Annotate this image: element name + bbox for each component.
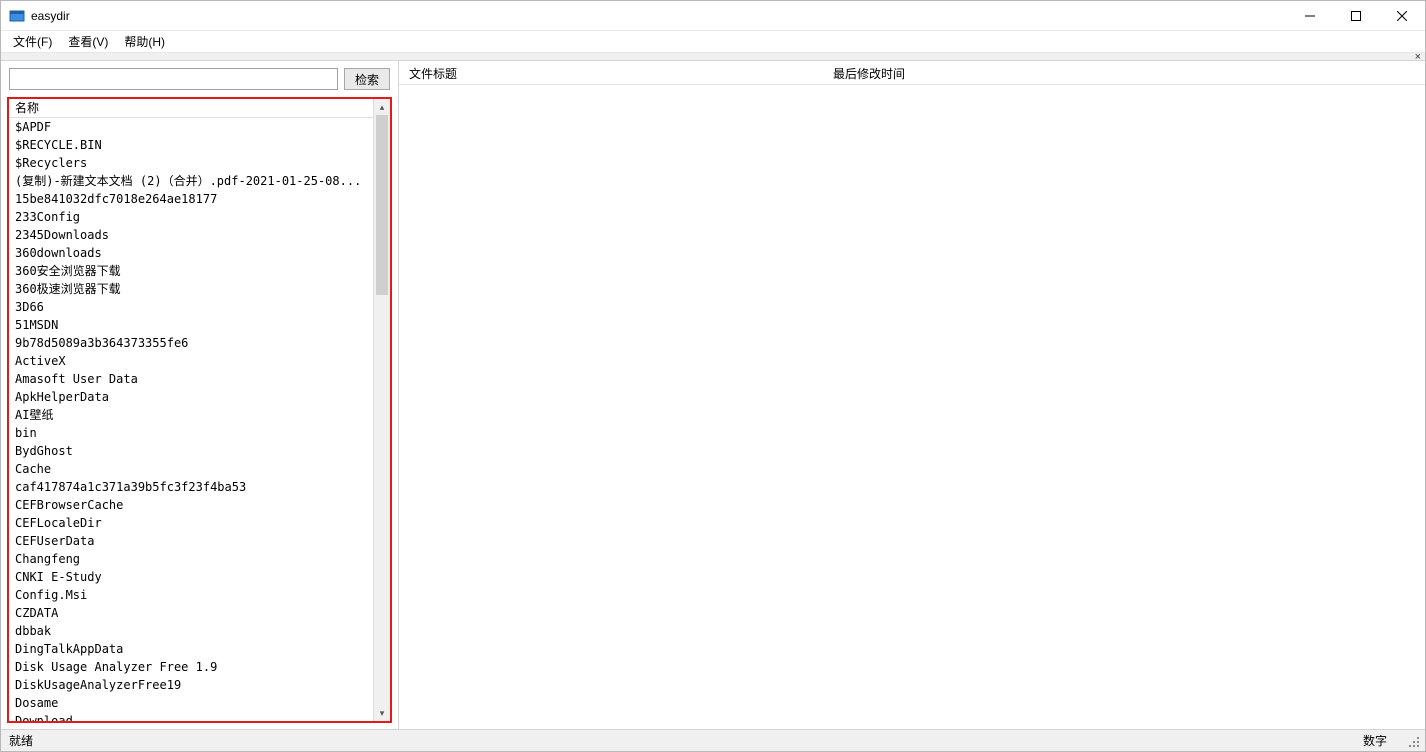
list-item[interactable]: CEFUserData	[9, 532, 373, 550]
titlebar: easydir	[1, 1, 1425, 31]
scroll-thumb[interactable]	[376, 115, 388, 295]
list-item[interactable]: DiskUsageAnalyzerFree19	[9, 676, 373, 694]
list-item[interactable]: $RECYCLE.BIN	[9, 136, 373, 154]
list-item[interactable]: 3D66	[9, 298, 373, 316]
list-item[interactable]: 360安全浏览器下载	[9, 262, 373, 280]
list-item[interactable]: CNKI E-Study	[9, 568, 373, 586]
minimize-button[interactable]	[1287, 1, 1333, 31]
list-item[interactable]: ActiveX	[9, 352, 373, 370]
app-icon	[9, 8, 25, 24]
list-item[interactable]: CZDATA	[9, 604, 373, 622]
list-item[interactable]: DingTalkAppData	[9, 640, 373, 658]
close-button[interactable]	[1379, 1, 1425, 31]
window-title: easydir	[31, 9, 1287, 23]
list-item[interactable]: CEFLocaleDir	[9, 514, 373, 532]
list-item[interactable]: Cache	[9, 460, 373, 478]
maximize-button[interactable]	[1333, 1, 1379, 31]
resize-grip-icon[interactable]	[1405, 733, 1421, 749]
list-item[interactable]: 233Config	[9, 208, 373, 226]
list-item[interactable]: AI壁纸	[9, 406, 373, 424]
app-window: easydir 文件(F) 查看(V) 帮助(H) × 检索 名称 $APDF$…	[0, 0, 1426, 752]
list-item[interactable]: 51MSDN	[9, 316, 373, 334]
search-button[interactable]: 检索	[344, 68, 390, 90]
list-item[interactable]: Changfeng	[9, 550, 373, 568]
column-last-modified[interactable]: 最后修改时间	[823, 61, 1425, 84]
list-item[interactable]: Download	[9, 712, 373, 721]
list-item[interactable]: dbbak	[9, 622, 373, 640]
right-list-header: 文件标题 最后修改时间	[399, 61, 1425, 85]
list-item[interactable]: BydGhost	[9, 442, 373, 460]
file-list[interactable]: 名称 $APDF$RECYCLE.BIN$Recyclers(复制)-新建文本文…	[9, 99, 373, 721]
list-item[interactable]: ApkHelperData	[9, 388, 373, 406]
menu-file[interactable]: 文件(F)	[5, 31, 60, 52]
list-item[interactable]: CEFBrowserCache	[9, 496, 373, 514]
vertical-scrollbar[interactable]: ▴ ▾	[373, 99, 390, 721]
list-item[interactable]: 15be841032dfc7018e264ae18177	[9, 190, 373, 208]
list-item[interactable]: 360downloads	[9, 244, 373, 262]
list-item[interactable]: Config.Msi	[9, 586, 373, 604]
list-item[interactable]: (复制)-新建文本文档 (2)（合并）.pdf-2021-01-25-08...	[9, 172, 373, 190]
list-item[interactable]: Dosame	[9, 694, 373, 712]
right-list-body	[399, 85, 1425, 729]
list-item[interactable]: Amasoft User Data	[9, 370, 373, 388]
list-item[interactable]: 360极速浏览器下载	[9, 280, 373, 298]
menu-view[interactable]: 查看(V)	[60, 31, 116, 52]
list-item[interactable]: $Recyclers	[9, 154, 373, 172]
search-input[interactable]	[9, 68, 338, 90]
list-item[interactable]: $APDF	[9, 118, 373, 136]
menubar: 文件(F) 查看(V) 帮助(H)	[1, 31, 1425, 53]
status-text: 就绪	[9, 732, 1363, 749]
list-column-name[interactable]: 名称	[9, 99, 373, 118]
list-item[interactable]: 2345Downloads	[9, 226, 373, 244]
right-panel: 文件标题 最后修改时间	[399, 61, 1425, 729]
menu-help[interactable]: 帮助(H)	[116, 31, 173, 52]
list-item[interactable]: 9b78d5089a3b364373355fe6	[9, 334, 373, 352]
column-file-title[interactable]: 文件标题	[399, 61, 823, 84]
body-area: 检索 名称 $APDF$RECYCLE.BIN$Recyclers(复制)-新建…	[1, 61, 1425, 729]
scroll-up-icon[interactable]: ▴	[374, 99, 390, 115]
list-item[interactable]: Disk Usage Analyzer Free 1.9	[9, 658, 373, 676]
file-list-highlight: 名称 $APDF$RECYCLE.BIN$Recyclers(复制)-新建文本文…	[7, 97, 392, 723]
left-panel: 检索 名称 $APDF$RECYCLE.BIN$Recyclers(复制)-新建…	[1, 61, 399, 729]
list-item[interactable]: bin	[9, 424, 373, 442]
panel-close-icon[interactable]: ×	[1415, 51, 1421, 63]
search-row: 检索	[1, 61, 398, 97]
toolbar-strip: ×	[1, 53, 1425, 61]
statusbar: 就绪 数字	[1, 729, 1425, 751]
scroll-down-icon[interactable]: ▾	[374, 705, 390, 721]
list-item[interactable]: caf417874a1c371a39b5fc3f23f4ba53	[9, 478, 373, 496]
